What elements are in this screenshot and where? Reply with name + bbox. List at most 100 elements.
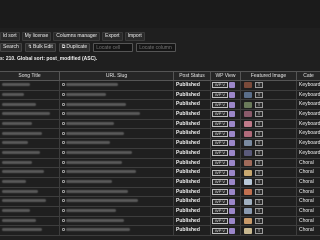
post-status-cell[interactable]: Published (174, 129, 211, 139)
column-header-song-title[interactable]: Song Title (0, 72, 60, 80)
wp-view-icon[interactable] (229, 208, 235, 215)
upload-image-icon[interactable]: ⇪ (255, 82, 263, 89)
upload-image-icon[interactable]: ⇪ (255, 140, 263, 147)
category-cell[interactable]: Choral (297, 159, 320, 168)
song-title-cell[interactable] (0, 168, 60, 177)
menu-item-export[interactable]: Export (102, 32, 123, 41)
featured-image-thumbnail[interactable] (244, 111, 252, 118)
wp-view-button[interactable]: WP V (212, 217, 228, 224)
category-cell[interactable]: Choral (297, 197, 320, 206)
locate-column-input[interactable] (136, 43, 177, 52)
song-title-cell[interactable] (0, 81, 60, 90)
category-cell[interactable]: Choral (297, 168, 320, 177)
featured-image-thumbnail[interactable] (244, 130, 252, 137)
url-slug-cell[interactable] (60, 90, 174, 100)
upload-image-icon[interactable]: ⇪ (255, 198, 263, 205)
menu-item-sort[interactable]: ld sort (0, 32, 20, 41)
category-cell[interactable]: Choral (297, 188, 320, 197)
wp-view-icon[interactable] (229, 121, 235, 128)
url-slug-cell[interactable] (60, 81, 174, 90)
song-title-cell[interactable] (0, 139, 60, 148)
category-cell[interactable]: Keyboard (297, 100, 320, 109)
wp-view-button[interactable]: WP V (212, 111, 228, 118)
search-button[interactable]: Search (0, 43, 22, 52)
wp-view-button[interactable]: WP V (212, 188, 228, 195)
post-status-cell[interactable]: Published (174, 158, 211, 168)
post-status-cell[interactable]: Published (174, 148, 211, 158)
wp-view-icon[interactable] (229, 179, 235, 186)
featured-image-thumbnail[interactable] (244, 188, 252, 195)
menu-item-my-license[interactable]: My license (21, 32, 52, 41)
upload-image-icon[interactable]: ⇪ (255, 130, 263, 137)
url-slug-cell[interactable] (60, 119, 174, 129)
table-row[interactable]: Published WP V ⇪ Keyboard (0, 139, 320, 149)
locate-cell-input[interactable] (93, 43, 134, 52)
category-cell[interactable]: Keyboard (297, 81, 320, 90)
table-row[interactable]: Published WP V ⇪ Choral (0, 226, 320, 236)
upload-image-icon[interactable]: ⇪ (255, 150, 263, 157)
wp-view-icon[interactable] (229, 111, 235, 118)
table-row[interactable]: Published WP V ⇪ Keyboard (0, 100, 320, 111)
url-slug-cell[interactable] (60, 139, 174, 148)
song-title-cell[interactable] (0, 187, 60, 197)
url-slug-cell[interactable] (60, 177, 174, 187)
table-row[interactable]: Published WP V ⇪ Keyboard (0, 90, 320, 101)
post-status-cell[interactable]: Published (174, 197, 211, 206)
song-title-cell[interactable] (0, 216, 60, 226)
upload-image-icon[interactable]: ⇪ (255, 101, 263, 108)
post-status-cell[interactable]: Published (174, 216, 211, 226)
post-status-cell[interactable]: Published (174, 139, 211, 148)
post-status-cell[interactable]: Published (174, 81, 211, 90)
url-slug-cell[interactable] (60, 110, 174, 119)
song-title-cell[interactable] (0, 158, 60, 168)
song-title-cell[interactable] (0, 226, 60, 235)
wp-view-button[interactable]: WP V (212, 179, 228, 186)
post-status-cell[interactable]: Published (174, 177, 211, 187)
upload-image-icon[interactable]: ⇪ (255, 208, 263, 215)
song-title-cell[interactable] (0, 197, 60, 206)
wp-view-icon[interactable] (229, 82, 235, 89)
table-row[interactable]: Published WP V ⇪ Keyboard (0, 110, 320, 120)
post-status-cell[interactable]: Published (174, 206, 211, 216)
song-title-cell[interactable] (0, 119, 60, 129)
wp-view-button[interactable]: WP V (212, 227, 228, 234)
post-status-cell[interactable]: Published (174, 226, 211, 235)
category-cell[interactable]: Choral (297, 226, 320, 235)
menu-item-columns-manager[interactable]: Columns manager (53, 32, 101, 41)
upload-image-icon[interactable]: ⇪ (255, 92, 263, 99)
category-cell[interactable]: Keyboard (297, 129, 320, 138)
featured-image-thumbnail[interactable] (244, 82, 252, 89)
category-cell[interactable]: Keyboard (297, 149, 320, 158)
category-cell[interactable]: Choral (297, 217, 320, 226)
url-slug-cell[interactable] (60, 216, 174, 226)
featured-image-thumbnail[interactable] (244, 159, 252, 166)
upload-image-icon[interactable]: ⇪ (255, 188, 263, 195)
wp-view-button[interactable]: WP V (212, 140, 228, 147)
table-row[interactable]: Published WP V ⇪ Keyboard (0, 129, 320, 140)
menu-item-import[interactable]: Import (124, 32, 145, 41)
column-header-featured-image[interactable]: Featured Image (241, 72, 297, 80)
featured-image-thumbnail[interactable] (244, 169, 252, 176)
upload-image-icon[interactable]: ⇪ (255, 217, 263, 224)
song-title-cell[interactable] (0, 148, 60, 158)
wp-view-button[interactable]: WP V (212, 169, 228, 176)
url-slug-cell[interactable] (60, 100, 174, 110)
wp-view-button[interactable]: WP V (212, 159, 228, 166)
featured-image-thumbnail[interactable] (244, 140, 252, 147)
post-status-cell[interactable]: Published (174, 90, 211, 100)
wp-view-button[interactable]: WP V (212, 130, 228, 137)
song-title-cell[interactable] (0, 110, 60, 119)
featured-image-thumbnail[interactable] (244, 217, 252, 224)
wp-view-icon[interactable] (229, 140, 235, 147)
bulk-edit-button[interactable]: ↯ Bulk Edit (24, 43, 56, 52)
song-title-cell[interactable] (0, 90, 60, 100)
table-row[interactable]: Published WP V ⇪ Choral (0, 197, 320, 207)
post-status-cell[interactable]: Published (174, 168, 211, 177)
table-row[interactable]: Published WP V ⇪ Choral (0, 168, 320, 178)
wp-view-button[interactable]: WP V (212, 92, 228, 99)
url-slug-cell[interactable] (60, 197, 174, 206)
post-status-cell[interactable]: Published (174, 119, 211, 129)
wp-view-icon[interactable] (229, 92, 235, 99)
featured-image-thumbnail[interactable] (244, 227, 252, 234)
post-status-cell[interactable]: Published (174, 100, 211, 110)
